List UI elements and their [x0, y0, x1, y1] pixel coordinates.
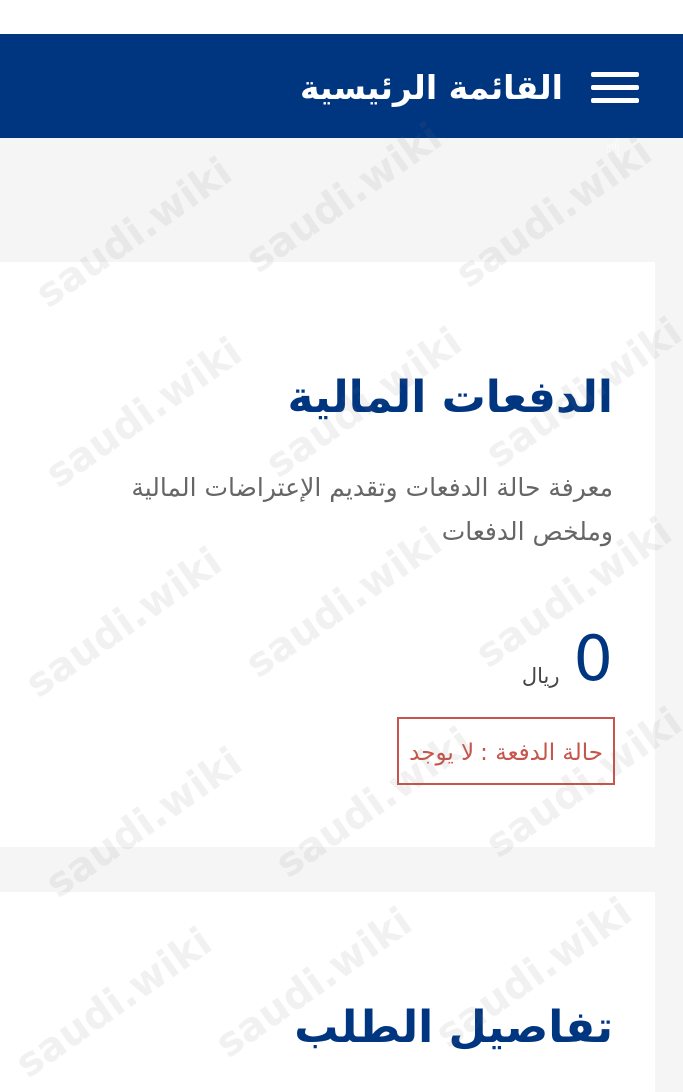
hamburger-menu-icon-bar [591, 85, 639, 90]
payment-status-label: حالة الدفعة : [480, 740, 603, 766]
financial-payments-card[interactable]: الدفعات المالية معرفة حالة الدفعات وتقدي… [0, 262, 655, 847]
payment-amount: 0 ريال [522, 622, 613, 692]
payment-amount-currency: ريال [521, 664, 560, 688]
hamburger-menu-icon-bar [591, 98, 639, 103]
hand-cursor-icon: ☝ [605, 134, 621, 164]
payments-card-description: معرفة حالة الدفعات وتقديم الإعتراضات الم… [131, 473, 613, 546]
payment-amount-value: 0 [573, 622, 613, 695]
request-details-card[interactable]: تفاصيل الطلب [0, 892, 655, 1092]
main-menu-button[interactable] [591, 72, 639, 104]
top-navbar: القائمة الرئيسية ☝ [0, 34, 683, 162]
top-strip [0, 0, 683, 34]
watermark: saudi.wiki [237, 113, 451, 283]
payment-status-badge: حالة الدفعة : لا يوجد [397, 717, 615, 785]
request-details-title: تفاصيل الطلب [294, 1002, 613, 1053]
payments-card-title: الدفعات المالية [287, 372, 613, 423]
hamburger-menu-icon [591, 72, 639, 77]
main-menu-label[interactable]: القائمة الرئيسية [300, 68, 563, 108]
payment-status-value: لا يوجد [409, 740, 475, 766]
